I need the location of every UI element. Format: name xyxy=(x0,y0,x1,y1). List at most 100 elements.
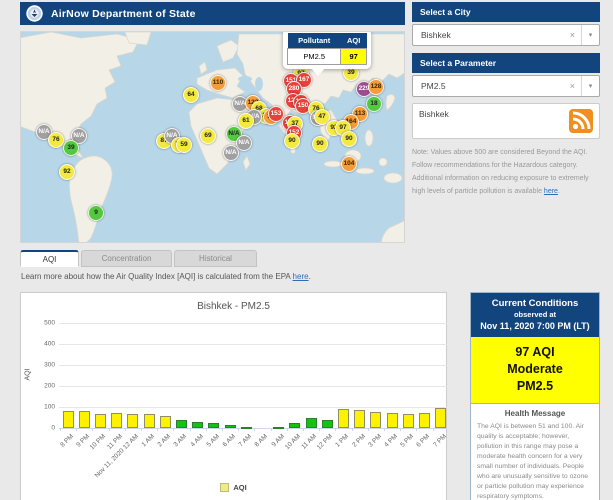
map-marker[interactable]: 69 xyxy=(200,128,216,144)
x-axis-line xyxy=(59,428,447,429)
chart-bar[interactable] xyxy=(418,412,430,428)
popup-pollutant-value: PM2.5 xyxy=(286,48,342,65)
map-marker[interactable]: 76 xyxy=(48,132,64,148)
cc-title: Current Conditions xyxy=(491,298,579,309)
tab-concentration[interactable]: Concentration xyxy=(81,250,172,267)
parameter-select-wrap: PM2.5 × ▾ xyxy=(412,75,600,97)
x-axis-tick xyxy=(76,428,78,431)
x-axis-tick xyxy=(286,428,288,431)
tab-aqi[interactable]: AQI xyxy=(20,250,79,267)
x-axis-tick xyxy=(400,428,402,431)
gridline xyxy=(59,344,447,345)
gridline xyxy=(59,365,447,366)
map-marker[interactable]: 64 xyxy=(183,87,199,103)
chart-bar[interactable] xyxy=(127,413,139,428)
chart-bar[interactable] xyxy=(354,410,366,428)
cc-health-block: Health Message The AQI is between 51 and… xyxy=(471,404,599,500)
parameter-select-value: PM2.5 xyxy=(421,81,446,91)
map-marker[interactable]: 128 xyxy=(368,79,384,95)
x-axis-tick xyxy=(108,428,110,431)
map-marker[interactable]: 9 xyxy=(88,205,104,221)
chart-bar[interactable] xyxy=(435,407,447,428)
x-axis-tick xyxy=(92,428,94,431)
chart-bar[interactable] xyxy=(337,409,349,428)
x-axis-tick xyxy=(157,428,159,431)
chart-bar[interactable] xyxy=(370,412,382,428)
chart-bar[interactable] xyxy=(240,426,252,429)
select-parameter-header: Select a Parameter xyxy=(412,53,600,73)
map-marker[interactable]: 18 xyxy=(366,96,382,112)
note-here-link[interactable]: here xyxy=(544,188,558,195)
note-suffix: . xyxy=(557,188,560,195)
city-select[interactable]: Bishkek × ▾ xyxy=(412,24,600,46)
city-select-value: Bishkek xyxy=(421,30,451,40)
learn-more-suffix: . xyxy=(308,272,311,281)
chart-bar[interactable] xyxy=(175,419,187,428)
chart-bar[interactable] xyxy=(224,425,236,428)
map-marker[interactable]: N/A xyxy=(223,145,239,161)
y-axis-tick-label: 0 xyxy=(51,424,55,432)
x-axis-tick xyxy=(124,428,126,431)
select-city-header: Select a City xyxy=(412,2,600,22)
chart-bar[interactable] xyxy=(78,411,90,428)
chart-bar[interactable] xyxy=(111,412,123,428)
chart-bar[interactable] xyxy=(208,423,220,428)
parameter-select[interactable]: PM2.5 × ▾ xyxy=(412,75,600,97)
tab-historical[interactable]: Historical xyxy=(174,250,257,267)
parameter-clear-icon[interactable]: × xyxy=(570,81,575,91)
map-marker[interactable]: 61 xyxy=(238,113,254,129)
app-title: AirNow Department of State xyxy=(51,7,196,20)
x-axis-tick xyxy=(302,428,304,431)
city-clear-icon[interactable]: × xyxy=(570,30,575,40)
x-axis-tick xyxy=(140,428,142,431)
city-caret-icon[interactable]: ▾ xyxy=(581,25,599,45)
map-marker[interactable]: 39 xyxy=(63,140,79,156)
city-select-wrap: Bishkek × ▾ xyxy=(412,24,600,46)
x-axis-tick xyxy=(270,428,272,431)
x-axis-tick xyxy=(221,428,223,431)
world-aqi-map[interactable]: N/A76N/A3992964110N/A122682634N/A6187N/A… xyxy=(20,31,405,243)
map-tooltip-popup[interactable]: Pollutant AQI PM2.5 97 xyxy=(283,32,371,76)
cc-aqi-block: 97 AQI Moderate PM2.5 xyxy=(471,337,599,404)
map-marker[interactable]: 110 xyxy=(210,75,226,91)
select-parameter-panel: Select a Parameter xyxy=(412,53,600,73)
x-axis-tick xyxy=(173,428,175,431)
chart-bar[interactable] xyxy=(386,413,398,428)
y-axis-title: AQI xyxy=(24,368,32,381)
chart-bar[interactable] xyxy=(273,426,285,429)
x-axis-tick xyxy=(383,428,385,431)
cc-category: Moderate xyxy=(507,362,563,376)
x-axis-tick xyxy=(254,428,256,431)
gridline xyxy=(59,407,447,408)
map-marker[interactable]: 90 xyxy=(341,131,357,147)
chart-bar[interactable] xyxy=(143,414,155,428)
gridline xyxy=(59,323,447,324)
cc-health-message: The AQI is between 51 and 100. Air quali… xyxy=(477,423,589,500)
map-marker[interactable]: 90 xyxy=(312,136,328,152)
map-marker[interactable]: N/A xyxy=(236,135,252,151)
x-axis-tick xyxy=(238,428,240,431)
epa-here-link[interactable]: here xyxy=(293,272,309,281)
chart-bar[interactable] xyxy=(402,414,414,428)
x-axis-tick xyxy=(335,428,337,431)
chart-bar[interactable] xyxy=(192,422,204,428)
chart-bar[interactable] xyxy=(289,422,301,428)
parameter-caret-icon[interactable]: ▾ xyxy=(581,76,599,96)
chart-bar[interactable] xyxy=(321,420,333,428)
chart-bar[interactable] xyxy=(62,410,74,428)
cc-observed-label: observed at xyxy=(513,310,557,319)
cc-health-title: Health Message xyxy=(504,409,566,418)
map-marker[interactable]: 59 xyxy=(176,137,192,153)
chart-bar[interactable] xyxy=(305,418,317,428)
learn-more-prefix: Learn more about how the Air Quality Ind… xyxy=(21,272,293,281)
chart-bar[interactable] xyxy=(94,413,106,428)
chart-bar[interactable] xyxy=(159,416,171,428)
map-marker[interactable]: 90 xyxy=(284,133,300,149)
rss-city-label: Bishkek xyxy=(419,109,449,119)
chart-title: Bishkek - PM2.5 xyxy=(197,301,270,312)
map-marker[interactable]: 92 xyxy=(59,164,75,180)
map-marker[interactable]: 104 xyxy=(341,156,357,172)
popup-col-pollutant: Pollutant xyxy=(287,33,341,49)
rss-icon[interactable] xyxy=(569,109,593,133)
popup-aqi-value: 97 xyxy=(340,48,367,65)
